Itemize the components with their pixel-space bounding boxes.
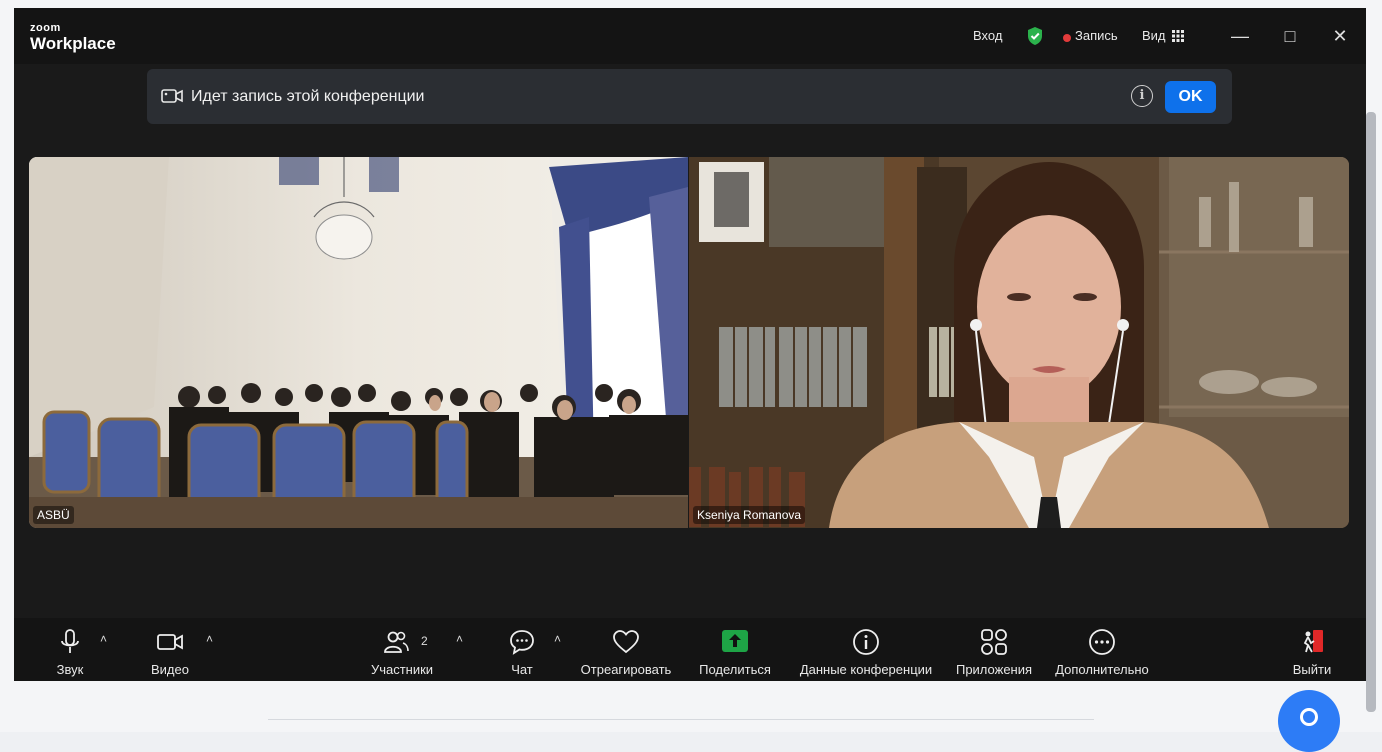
zoom-window: zoom Workplace Вход Запись Вид — □ ✕ Иде… (14, 8, 1366, 681)
video-tile-speaker[interactable]: Kseniya Romanova (689, 157, 1349, 528)
speaker-video (689, 157, 1349, 528)
view-menu-button[interactable]: Вид (1142, 28, 1166, 43)
chat-options-caret[interactable]: ˄ (554, 632, 561, 646)
leave-button[interactable]: Выйти (1288, 618, 1336, 681)
more-button[interactable]: Дополнительно (1050, 618, 1154, 681)
chat-label: Чат (511, 662, 533, 677)
title-bar: zoom Workplace Вход Запись Вид — □ ✕ (14, 8, 1366, 64)
apps-button[interactable]: Приложения (950, 618, 1038, 681)
page-divider (268, 719, 1094, 720)
video-camera-icon (161, 89, 183, 103)
info-icon (853, 629, 879, 655)
video-camera-icon (157, 634, 183, 650)
video-label: Видео (151, 662, 189, 677)
share-screen-label: Поделиться (699, 662, 771, 677)
reactions-label: Отреагировать (580, 662, 672, 677)
share-screen-button[interactable]: Поделиться (694, 618, 776, 681)
heart-icon (613, 630, 639, 654)
page-scrollbar[interactable] (1366, 112, 1376, 712)
share-screen-icon (722, 630, 748, 652)
reactions-button[interactable]: Отреагировать (576, 618, 676, 681)
video-tile-asbu[interactable]: ASBÜ (29, 157, 688, 528)
video-button[interactable]: Видео (144, 618, 196, 681)
participants-options-caret[interactable]: ˄ (456, 632, 463, 646)
participant-name-label: ASBÜ (33, 506, 74, 524)
participants-count: 2 (421, 634, 428, 648)
apps-icon (981, 629, 1007, 655)
logo-workplace-text: Workplace (30, 34, 116, 53)
auditorium-video (29, 157, 688, 528)
info-icon[interactable]: i (1131, 85, 1153, 107)
video-options-caret[interactable]: ˄ (206, 632, 213, 646)
close-button[interactable]: ✕ (1328, 24, 1352, 48)
audio-options-caret[interactable]: ˄ (100, 632, 107, 646)
microphone-icon (61, 629, 79, 653)
signin-button[interactable]: Вход (973, 28, 1002, 43)
recording-indicator[interactable]: Запись (1075, 28, 1118, 43)
minimize-button[interactable]: — (1228, 24, 1252, 48)
leave-label: Выйти (1292, 662, 1332, 677)
chat-button[interactable]: Чат (498, 618, 546, 681)
grid-view-icon[interactable] (1172, 30, 1184, 42)
participant-name-label: Kseniya Romanova (693, 506, 806, 524)
apps-label: Приложения (955, 662, 1033, 677)
participants-button[interactable]: 2 Участники (366, 618, 438, 681)
banner-message: Идет запись этой конференции (191, 88, 425, 105)
logo-zoom-text: zoom (30, 22, 61, 34)
meeting-info-button[interactable]: Данные конференции (794, 618, 938, 681)
support-chat-button[interactable] (1278, 690, 1340, 752)
meeting-toolbar: Звук ˄ Видео ˄ 2 Участники ˄ Чат ˄ Отреа… (14, 618, 1366, 681)
participants-icon (384, 631, 409, 653)
ok-button[interactable]: OK (1165, 81, 1216, 113)
more-icon (1089, 629, 1115, 655)
audio-button[interactable]: Звук (44, 618, 96, 681)
more-label: Дополнительно (1055, 662, 1149, 677)
chat-bubble-icon (1300, 708, 1318, 726)
shield-icon[interactable] (1026, 26, 1044, 46)
recording-dot-icon (1063, 34, 1071, 42)
maximize-button[interactable]: □ (1278, 24, 1302, 48)
chat-icon (510, 630, 534, 655)
leave-door-icon (1303, 630, 1323, 653)
meeting-info-label: Данные конференции (799, 662, 933, 677)
recording-banner: Идет запись этой конференции i OK (147, 69, 1232, 124)
audio-label: Звук (56, 662, 84, 677)
participants-label: Участники (370, 662, 434, 677)
